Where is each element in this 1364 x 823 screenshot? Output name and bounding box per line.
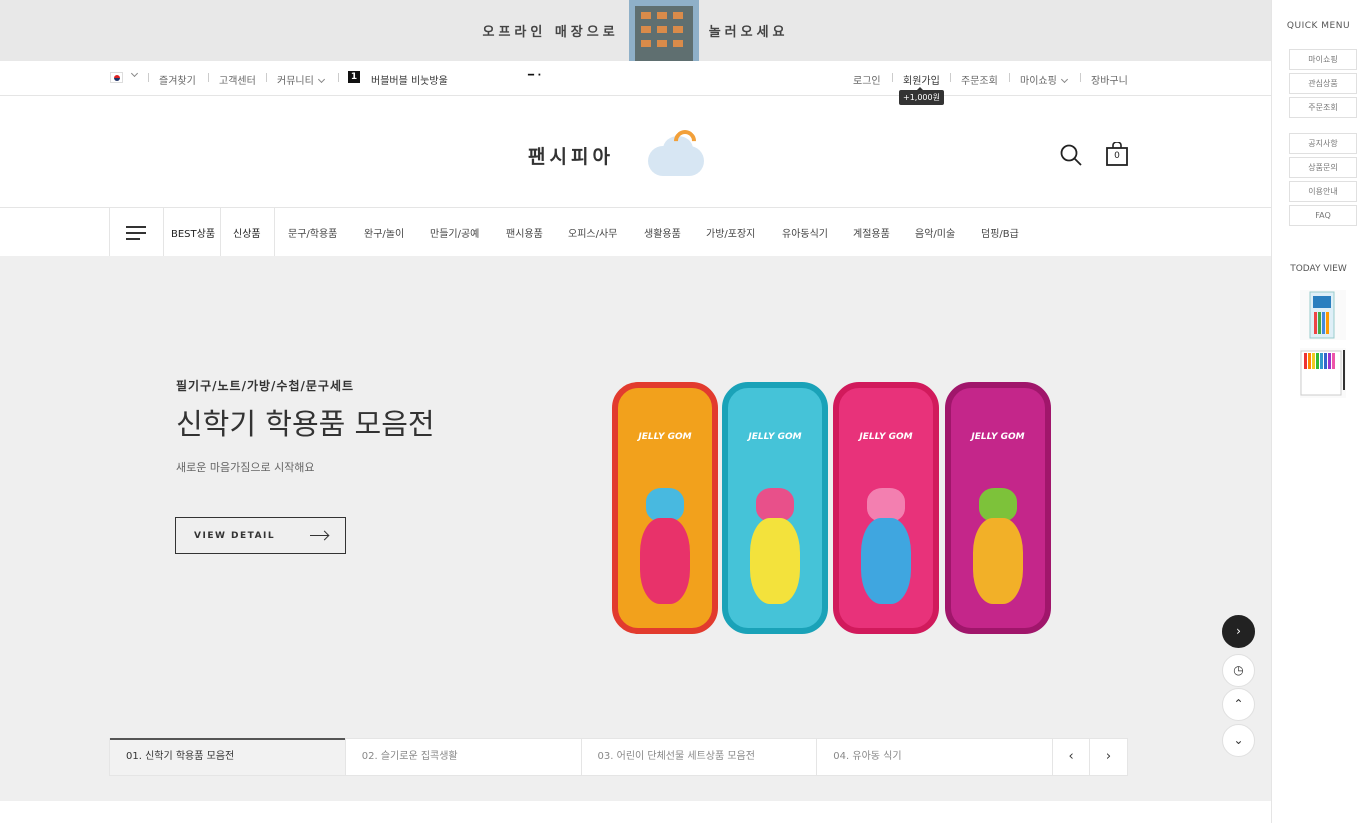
notice-rank-badge: 1 xyxy=(348,71,360,83)
scroll-down-button[interactable]: ⌄ xyxy=(1222,724,1255,757)
login-link[interactable]: 로그인 xyxy=(853,72,881,87)
site-logo[interactable]: 팬시피아 xyxy=(528,125,710,183)
tabs-prev-icon[interactable]: ‹ xyxy=(1053,739,1091,775)
gummy-bear-icon xyxy=(640,518,690,604)
top-banner-text-left: 오프라인 매장으로 xyxy=(482,25,619,40)
pencil-case: JELLY GOM xyxy=(833,382,939,634)
quick-my-shopping[interactable]: 마이쇼핑 xyxy=(1289,49,1357,70)
gummy-bear-icon xyxy=(979,488,1017,522)
chevron-down-icon xyxy=(1060,75,1068,84)
logo-text: 팬시피아 xyxy=(528,146,614,168)
favorites-link[interactable]: 즐겨찾기 xyxy=(159,72,196,87)
ticker-control-icon[interactable]: ━ · xyxy=(528,70,541,81)
slide-tab-3[interactable]: 03. 어린이 단체선물 세트상품 모음전 xyxy=(582,739,818,775)
view-detail-button[interactable]: VIEW DETAIL xyxy=(175,517,346,554)
slide-tab-4[interactable]: 04. 유아동 식기 xyxy=(817,739,1054,775)
pencil-case-label: JELLY GOM xyxy=(748,432,802,442)
pencil-case-label: JELLY GOM xyxy=(971,432,1025,442)
cart-link[interactable]: 장바구니 xyxy=(1091,72,1128,87)
quick-product-qna[interactable]: 상품문의 xyxy=(1289,157,1357,178)
nav-fancy[interactable]: 팬시용품 xyxy=(506,225,543,240)
slide-tab-2[interactable]: 02. 슬기로운 집콕생활 xyxy=(346,739,582,775)
utility-bar: 즐겨찾기 고객센터 커뮤니티 1 버블버블 비눗방울 ━ · 로그인 회원가입 … xyxy=(0,61,1271,96)
top-banner[interactable]: 오프라인 매장으로 놀러오세요 xyxy=(0,0,1271,61)
nav-toys[interactable]: 완구/놀이 xyxy=(364,225,404,240)
cart-count: 0 xyxy=(1114,151,1120,161)
product-thumbnail xyxy=(1309,291,1335,339)
nav-living[interactable]: 생활용품 xyxy=(644,225,681,240)
join-link[interactable]: 회원가입 xyxy=(903,72,940,87)
notice-ticker-text[interactable]: 버블버블 비눗방울 xyxy=(371,72,448,87)
tabs-next-icon[interactable]: › xyxy=(1090,739,1127,775)
hero-description: 새로운 마음가짐으로 시작해요 xyxy=(176,461,315,474)
quick-order-lookup[interactable]: 주문조회 xyxy=(1289,97,1357,118)
nav-outlet[interactable]: 덤핑/B급 xyxy=(981,225,1019,240)
nav-seasonal[interactable]: 계절용품 xyxy=(853,225,890,240)
main-navigation: BEST상품 신상품 문구/학용품 완구/놀이 만들기/공예 팬시용품 오피스/… xyxy=(0,207,1271,257)
my-shopping-menu[interactable]: 마이쇼핑 xyxy=(1020,72,1068,87)
nav-music-art[interactable]: 음악/미술 xyxy=(915,225,955,240)
gummy-bear-icon xyxy=(861,518,911,604)
gummy-bear-icon xyxy=(750,518,800,604)
quick-notice[interactable]: 공지사항 xyxy=(1289,133,1357,154)
customer-center-link[interactable]: 고객센터 xyxy=(219,72,256,87)
community-menu[interactable]: 커뮤니티 xyxy=(277,72,325,87)
join-reward-tooltip: +1,000원 xyxy=(899,87,944,105)
slide-tabs: 01. 신학기 학용품 모음전 02. 슬기로운 집콕생활 03. 어린이 단체… xyxy=(109,738,1128,776)
slide-next-button[interactable]: › xyxy=(1222,615,1255,648)
korea-flag-icon[interactable] xyxy=(110,72,123,83)
today-view-item[interactable] xyxy=(1300,290,1346,340)
today-view-item[interactable] xyxy=(1300,348,1346,398)
nav-crafts[interactable]: 만들기/공예 xyxy=(430,225,479,240)
hero-title: 신학기 학용품 모음전 xyxy=(176,407,435,441)
cart-button[interactable]: 0 xyxy=(1106,141,1128,166)
gummy-bear-icon xyxy=(973,518,1023,604)
gummy-bear-icon xyxy=(756,488,794,522)
pencil-case-label: JELLY GOM xyxy=(859,432,913,442)
view-detail-label: VIEW DETAIL xyxy=(194,530,276,541)
order-lookup-link[interactable]: 주문조회 xyxy=(961,72,998,87)
nav-kids-tableware[interactable]: 유아동식기 xyxy=(782,225,828,240)
chevron-down-icon xyxy=(317,75,325,84)
pencil-case: JELLY GOM xyxy=(945,382,1051,634)
main-content: 오프라인 매장으로 놀러오세요 즐겨찾기 고객센터 커뮤니티 1 버블버블 비눗… xyxy=(0,0,1271,823)
nav-bags[interactable]: 가방/포장지 xyxy=(706,225,755,240)
quick-faq[interactable]: FAQ xyxy=(1289,205,1357,226)
community-label: 커뮤니티 xyxy=(277,76,314,87)
search-icon[interactable] xyxy=(1060,144,1082,166)
quick-wishlist[interactable]: 관심상품 xyxy=(1289,73,1357,94)
product-thumbnail xyxy=(1300,350,1345,396)
pencil-case-label: JELLY GOM xyxy=(638,432,692,442)
hero-slider: 필기구/노트/가방/수첩/문구세트 신학기 학용품 모음전 새로운 마음가짐으로… xyxy=(0,256,1271,801)
quick-menu-title: QUICK MENU xyxy=(1286,21,1351,31)
category-menu-icon[interactable] xyxy=(126,226,146,240)
slide-tab-1[interactable]: 01. 신학기 학용품 모음전 xyxy=(110,738,346,775)
page: 오프라인 매장으로 놀러오세요 즐겨찾기 고객센터 커뮤니티 1 버블버블 비눗… xyxy=(0,0,1364,823)
pencil-case: JELLY GOM xyxy=(722,382,828,634)
quick-guide[interactable]: 이용안내 xyxy=(1289,181,1357,202)
nav-best[interactable]: BEST상품 xyxy=(171,225,215,240)
pencil-case: JELLY GOM xyxy=(612,382,718,634)
gummy-bear-icon xyxy=(867,488,905,522)
nav-office[interactable]: 오피스/사무 xyxy=(568,225,617,240)
nav-stationery[interactable]: 문구/학용품 xyxy=(288,225,337,240)
gummy-bear-icon xyxy=(646,488,684,522)
store-building-image xyxy=(628,0,699,61)
language-chevron-icon[interactable] xyxy=(127,69,139,81)
arrow-right-icon xyxy=(310,535,328,536)
quick-menu: QUICK MENU 마이쇼핑 관심상품 주문조회 공지사항 상품문의 이용안내… xyxy=(1271,0,1364,823)
scroll-up-button[interactable]: ⌃ xyxy=(1222,688,1255,721)
top-banner-text-right: 놀러오세요 xyxy=(708,25,789,40)
nav-new[interactable]: 신상품 xyxy=(233,225,261,240)
hero-subtitle: 필기구/노트/가방/수첩/문구세트 xyxy=(176,379,355,393)
recent-view-clock-icon[interactable]: ◷ xyxy=(1222,654,1255,687)
today-view-title: TODAY VIEW xyxy=(1290,264,1347,274)
my-shopping-label: 마이쇼핑 xyxy=(1020,76,1057,87)
